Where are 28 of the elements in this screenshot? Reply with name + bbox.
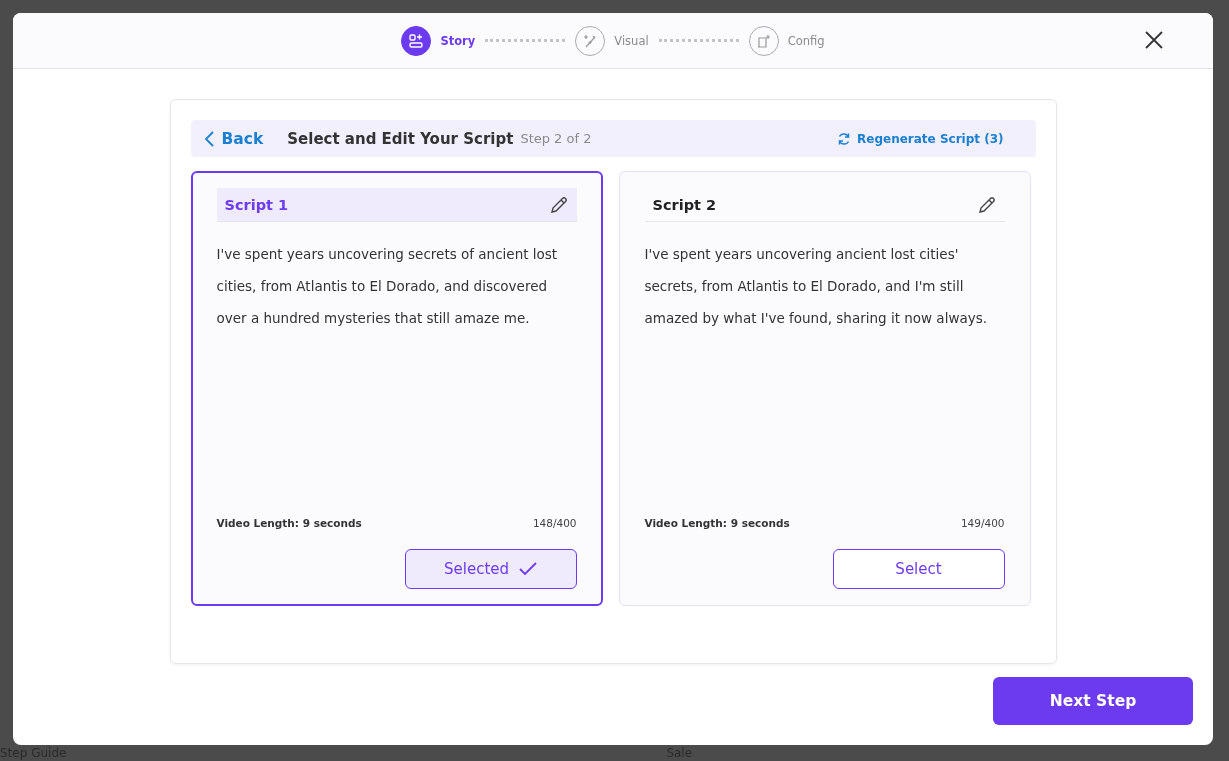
step-label: Visual bbox=[614, 33, 649, 48]
step-label: Story bbox=[440, 33, 476, 48]
step-label: Config bbox=[787, 33, 825, 48]
close-icon[interactable] bbox=[1145, 31, 1163, 49]
script-card[interactable]: Script 2 I've spent years uncovering ancient lost cities' secrets, from Atlantis to El Dorado, and I'm still amazed by what I've found, sharing it now always. Video Length: 9 seconds 149/400 Select bbox=[618, 171, 1031, 606]
character-count: 149/400 bbox=[960, 517, 1005, 529]
chevron-left-icon bbox=[204, 130, 214, 147]
script-text[interactable]: I've spent years uncovering ancient lost cities' secrets, from Atlantis to El Dorado, and I'm still amazed by what I've found, sharing it now always. bbox=[644, 238, 1005, 517]
pencil-icon[interactable] bbox=[548, 194, 569, 215]
step-indicator: Step 2 of 2 bbox=[520, 131, 592, 146]
next-step-button[interactable]: Next Step bbox=[993, 677, 1193, 725]
grid-sparkle-icon bbox=[408, 32, 425, 49]
script-title: Script 2 bbox=[652, 196, 717, 213]
step-circle[interactable] bbox=[401, 25, 432, 56]
script-text[interactable]: I've spent years uncovering secrets of ancient lost cities, from Atlantis to El Dorado, and discovered over a hundred mysteries that still amaze me. bbox=[216, 238, 577, 517]
script-card[interactable]: Script 1 I've spent years uncovering secrets of ancient lost cities, from Atlantis to El Dorado, and discovered over a hundred mysteries that still amaze me. Video Length: 9 seconds 148/400 Selected bbox=[190, 171, 603, 606]
refresh-icon bbox=[837, 131, 852, 146]
regenerate-button[interactable]: Regenerate Script (3) bbox=[837, 131, 1004, 146]
select-button[interactable]: Select bbox=[832, 549, 1005, 589]
page-title: Select and Edit Your Script bbox=[287, 129, 514, 148]
pencil-icon[interactable] bbox=[976, 194, 997, 215]
checkmark-icon bbox=[519, 562, 537, 576]
back-button[interactable]: Back bbox=[204, 129, 264, 148]
character-count: 148/400 bbox=[532, 517, 577, 529]
script-title: Script 1 bbox=[224, 196, 289, 213]
video-length-label: Video Length: 9 seconds bbox=[644, 517, 790, 529]
video-length-label: Video Length: 9 seconds bbox=[216, 517, 362, 529]
select-button[interactable]: Selected bbox=[404, 549, 577, 589]
